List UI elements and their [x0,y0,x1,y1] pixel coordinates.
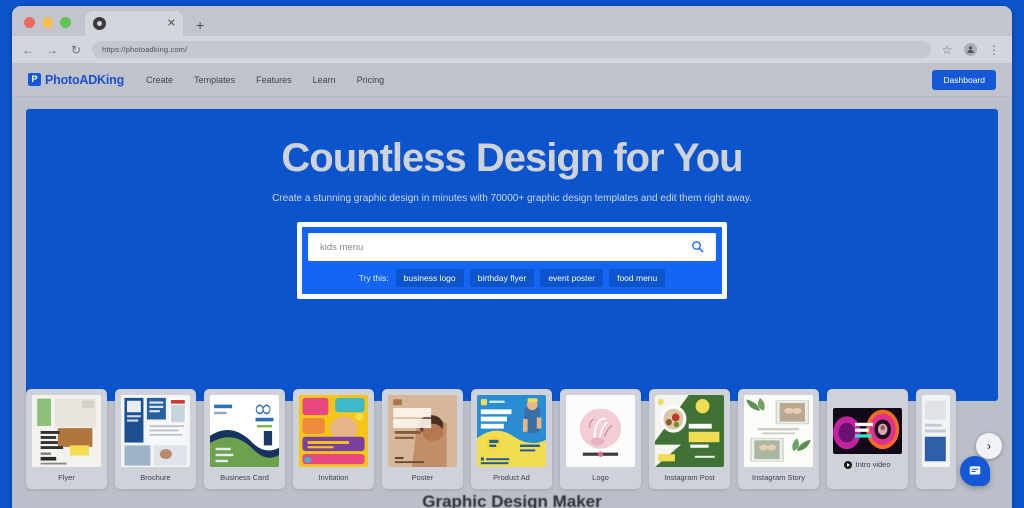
template-card-label: Product Ad [493,473,530,482]
nav-item-features[interactable]: Features [256,75,292,85]
template-card-invitation[interactable]: Invitation [293,389,374,489]
template-thumbnail [744,395,813,467]
hero-banner: Countless Design for You Create a stunni… [26,109,998,401]
hero-subtitle: Create a stunning graphic design in minu… [272,193,752,204]
template-card-label: Instagram Post [664,473,715,482]
logo-text: PhotoADKing [45,72,125,87]
browser-menu-icon[interactable]: ⋮ [986,44,1002,56]
toolbar-actions: ☆ ⋮ [939,43,1004,56]
chip-food-menu[interactable]: food menu [609,269,666,287]
template-thumbnail [32,395,101,467]
template-card-instagram-story[interactable]: Instagram Story [738,389,819,489]
template-card-flyer[interactable]: Flyer [26,389,107,489]
suggestion-chips: Try this: business logo birthday flyer e… [308,269,716,287]
search-icon[interactable] [685,240,710,255]
try-this-label: Try this: [358,273,389,283]
browser-window: ✕ + ← → ↻ https://photoadking.com/ ☆ ⋮ P… [12,6,1012,508]
carousel-next-button[interactable]: › [976,433,1002,459]
template-thumbnail [566,395,635,467]
nav-item-templates[interactable]: Templates [194,75,235,85]
site-nav: Create Templates Features Learn Pricing [146,75,384,85]
minimize-window-button[interactable] [42,17,53,28]
back-icon[interactable]: ← [20,44,36,56]
template-card-label: Instagram Story [752,473,805,482]
template-card-label: Invitation [318,473,349,482]
tab-close-icon[interactable]: ✕ [167,18,176,29]
nav-item-create[interactable]: Create [146,75,173,85]
logo-mark-icon: P [28,73,41,86]
template-thumbnail [210,395,279,467]
maximize-window-button[interactable] [60,17,71,28]
hero-search-container: kids menu Try this: business logo birthd… [297,222,727,299]
template-card-label-text: Intro video [855,460,891,469]
browser-toolbar: ← → ↻ https://photoadking.com/ ☆ ⋮ [12,36,1012,63]
template-card-partial[interactable] [916,389,956,489]
template-thumbnail [388,395,457,467]
template-thumbnail [922,395,950,467]
bookmark-star-icon[interactable]: ☆ [939,44,955,56]
nav-item-pricing[interactable]: Pricing [357,75,385,85]
template-card-label: Intro video [844,454,891,476]
chip-business-logo[interactable]: business logo [395,269,464,287]
template-thumbnail [833,408,902,454]
site-header: P PhotoADKing Create Templates Features … [12,63,1012,97]
template-card-label: Logo [592,473,609,482]
browser-tab-strip: ✕ + [12,6,1012,36]
desktop-background: ✕ + ← → ↻ https://photoadking.com/ ☆ ⋮ P… [0,0,1024,508]
nav-item-learn[interactable]: Learn [313,75,336,85]
template-card-intro-video[interactable]: Intro video [827,389,908,489]
site-logo[interactable]: P PhotoADKing [28,73,124,87]
page-viewport: P PhotoADKing Create Templates Features … [12,63,1012,508]
play-icon [844,460,853,469]
chip-birthday-flyer[interactable]: birthday flyer [469,269,535,287]
template-card-label: Business Card [220,473,269,482]
template-carousel: Flyer Brochure Business Card Invitation … [26,389,1002,489]
dashboard-button[interactable]: Dashboard [932,69,996,90]
hero-title: Countless Design for You [281,136,743,180]
new-tab-button[interactable]: + [191,18,209,32]
search-input-value: kids menu [320,241,364,253]
template-card-label: Poster [411,473,434,482]
chip-event-poster[interactable]: event poster [540,269,604,287]
address-bar-url: https://photoadking.com/ [102,45,188,54]
template-card-business-card[interactable]: Business Card [204,389,285,489]
template-card-instagram-post[interactable]: Instagram Post [649,389,730,489]
close-window-button[interactable] [24,17,35,28]
address-bar[interactable]: https://photoadking.com/ [92,41,931,58]
template-thumbnail [299,395,368,467]
template-card-product-ad[interactable]: Product Ad [471,389,552,489]
template-card-brochure[interactable]: Brochure [115,389,196,489]
template-card-label: Brochure [140,473,171,482]
lower-section-heading: Graphic Design Maker [422,492,602,508]
tab-favicon-icon [93,17,106,30]
forward-icon[interactable]: → [44,44,60,56]
chat-bubble-icon[interactable] [960,456,990,486]
template-card-poster[interactable]: Poster [382,389,463,489]
search-input[interactable]: kids menu [308,233,716,261]
profile-avatar-icon[interactable] [964,43,977,56]
reload-icon[interactable]: ↻ [68,44,84,56]
template-thumbnail [477,395,546,467]
hero-search-band: kids menu Try this: business logo birthd… [302,227,722,294]
template-thumbnail [121,395,190,467]
template-card-label: Flyer [58,473,75,482]
window-traffic-lights [24,17,71,36]
template-thumbnail [655,395,724,467]
browser-tab[interactable]: ✕ [85,11,183,36]
template-card-logo[interactable]: Logo [560,389,641,489]
